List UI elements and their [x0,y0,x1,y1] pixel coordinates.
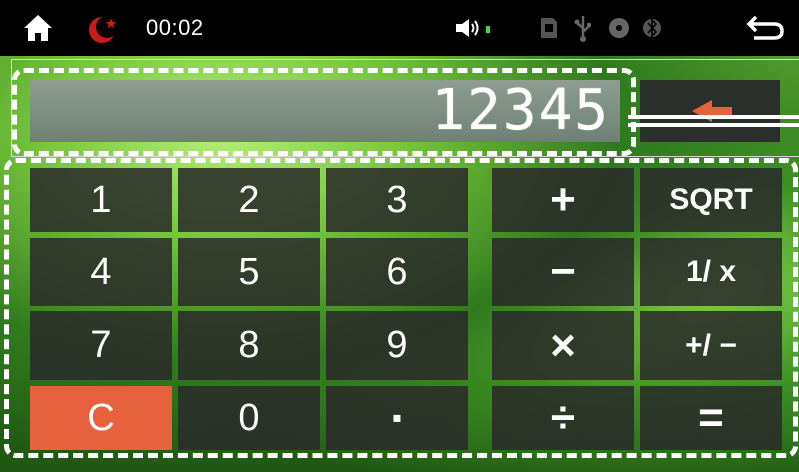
backspace-button[interactable] [640,80,780,142]
bluetooth-icon [641,14,663,42]
home-icon[interactable] [20,10,56,46]
usb-icon [572,13,594,43]
volume-icon[interactable] [454,16,496,40]
sd-card-icon [538,15,560,41]
disc-icon [607,16,631,40]
callout-leader-line [628,115,799,127]
keypad-callout-box [4,158,798,458]
crescent-star-icon [86,11,122,47]
back-arrow-icon[interactable] [745,12,787,44]
backspace-arrow-icon [692,100,732,122]
status-bar: 00:02 [0,0,799,56]
display-callout-box [12,68,636,156]
clock-time: 00:02 [146,15,204,40]
